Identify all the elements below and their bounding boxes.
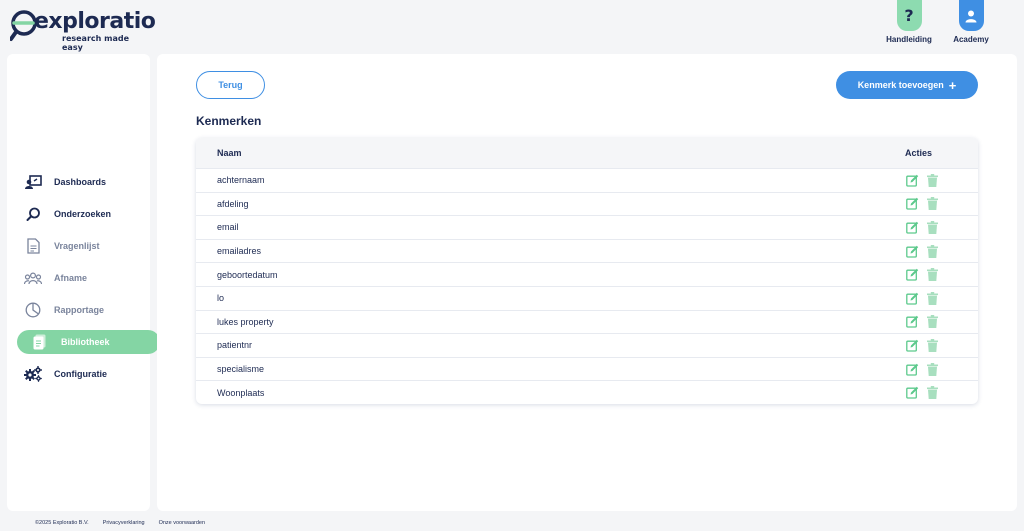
sidebar-item-label: Dashboards xyxy=(54,177,107,187)
main-panel: Terug Kenmerk toevoegen + Kenmerken Naam… xyxy=(157,54,1017,511)
row-actions xyxy=(905,386,939,400)
sidebar-item-label: Bibliotheek xyxy=(61,337,110,347)
kenmerk-name: afdeling xyxy=(217,198,249,209)
table-body: achternaam afdeling email emailadres geboort… xyxy=(196,168,978,404)
academy-label: Academy xyxy=(953,35,989,44)
kenmerk-name: lukes property xyxy=(217,316,274,327)
library-icon xyxy=(31,333,49,351)
kenmerk-name: Woonplaats xyxy=(217,387,265,398)
search-icon xyxy=(24,205,42,223)
column-header-naam: Naam xyxy=(217,148,242,158)
user-icon xyxy=(965,10,977,22)
add-kenmerk-label: Kenmerk toevoegen xyxy=(857,80,944,90)
table-row: email xyxy=(196,215,978,239)
add-kenmerk-button[interactable]: Kenmerk toevoegen + xyxy=(836,71,978,99)
table-row: achternaam xyxy=(196,168,978,192)
question-mark-icon: ? xyxy=(904,6,914,25)
sidebar-item-label: Onderzoeken xyxy=(54,209,112,219)
trash-icon[interactable] xyxy=(925,386,939,400)
sidebar-item-label: Configuratie xyxy=(54,369,107,379)
kenmerk-name: email xyxy=(217,222,239,233)
edit-icon[interactable] xyxy=(905,173,919,187)
row-actions xyxy=(905,173,939,187)
edit-icon[interactable] xyxy=(905,291,919,305)
table-row: lukes property xyxy=(196,309,978,334)
table-row: afdeling xyxy=(196,191,978,216)
sidebar-item-configuratie[interactable]: Configuratie xyxy=(10,362,153,386)
sidebar-item-rapportage[interactable]: Rapportage xyxy=(10,298,153,322)
sidebar-item-afname[interactable]: Afname xyxy=(10,266,153,290)
trash-icon[interactable] xyxy=(925,244,939,258)
trash-icon[interactable] xyxy=(925,220,939,234)
trash-icon[interactable] xyxy=(925,362,939,376)
help-tab: ? xyxy=(896,0,922,31)
table-header: Naam Acties xyxy=(196,138,978,168)
trash-icon[interactable] xyxy=(925,291,939,305)
document-icon xyxy=(24,237,42,255)
kenmerken-table: Naam Acties achternaam afdeling email email… xyxy=(196,138,978,404)
row-actions xyxy=(905,244,939,258)
brand-logo[interactable]: exploratio research made easy xyxy=(10,8,156,52)
help-label: Handleiding xyxy=(886,35,932,44)
brand-name: exploratio xyxy=(34,9,156,34)
back-button[interactable]: Terug xyxy=(196,71,265,99)
kenmerk-name: achternaam xyxy=(217,175,265,186)
row-actions xyxy=(905,338,939,352)
trash-icon[interactable] xyxy=(925,338,939,352)
trash-icon[interactable] xyxy=(925,173,939,187)
trash-icon[interactable] xyxy=(925,268,939,282)
sidebar-item-onderzoeken[interactable]: Onderzoeken xyxy=(10,202,153,226)
edit-icon[interactable] xyxy=(905,197,919,211)
row-actions xyxy=(905,197,939,211)
help-button[interactable]: ? Handleiding xyxy=(879,0,939,44)
sidebar-item-label: Afname xyxy=(54,273,88,283)
edit-icon[interactable] xyxy=(905,362,919,376)
kenmerk-name: specialisme xyxy=(217,364,265,375)
dashboard-icon xyxy=(24,173,42,191)
trash-icon[interactable] xyxy=(925,315,939,329)
sidebar-item-vragenlijst[interactable]: Vragenlijst xyxy=(10,234,153,258)
pie-chart-icon xyxy=(24,301,42,319)
column-header-acties: Acties xyxy=(905,148,933,158)
row-actions xyxy=(905,220,939,234)
sidebar-item-dashboards[interactable]: Dashboards xyxy=(10,170,153,194)
plus-icon: + xyxy=(948,77,957,93)
row-actions xyxy=(905,315,939,329)
table-row: specialisme xyxy=(196,356,978,381)
footer: ©2025 Exploratio B.V. Privacyverklaring … xyxy=(35,520,205,526)
table-row: Woonplaats xyxy=(196,380,978,404)
kenmerk-name: geboortedatum xyxy=(217,269,278,280)
page-title: Kenmerken xyxy=(196,114,262,128)
kenmerk-name: patientnr xyxy=(217,340,253,351)
sidebar-item-label: Rapportage xyxy=(54,305,105,315)
sidebar-item-bibliotheek[interactable]: Bibliotheek xyxy=(17,330,160,354)
academy-tab xyxy=(958,0,984,31)
table-row: geboortedatum xyxy=(196,262,978,286)
terms-link[interactable]: Onze voorwaarden xyxy=(159,520,205,526)
brand-tagline: research made easy xyxy=(62,34,130,52)
row-actions xyxy=(905,362,939,376)
edit-icon[interactable] xyxy=(905,338,919,352)
row-actions xyxy=(905,291,939,305)
copyright-text: ©2025 Exploratio B.V. xyxy=(35,520,89,526)
edit-icon[interactable] xyxy=(905,268,919,282)
sidebar-item-label: Vragenlijst xyxy=(54,241,100,251)
edit-icon[interactable] xyxy=(905,386,919,400)
table-row: patientnr xyxy=(196,333,978,357)
edit-icon[interactable] xyxy=(905,315,919,329)
table-row: emailadres xyxy=(196,238,978,263)
academy-button[interactable]: Academy xyxy=(941,0,1001,44)
edit-icon[interactable] xyxy=(905,220,919,234)
row-actions xyxy=(905,268,939,282)
trash-icon[interactable] xyxy=(925,197,939,211)
gears-icon xyxy=(24,365,42,383)
privacy-link[interactable]: Privacyverklaring xyxy=(103,520,145,526)
table-row: lo xyxy=(196,285,978,310)
people-icon xyxy=(24,269,42,287)
kenmerk-name: emailadres xyxy=(217,246,262,257)
kenmerk-name: lo xyxy=(217,293,225,304)
edit-icon[interactable] xyxy=(905,244,919,258)
